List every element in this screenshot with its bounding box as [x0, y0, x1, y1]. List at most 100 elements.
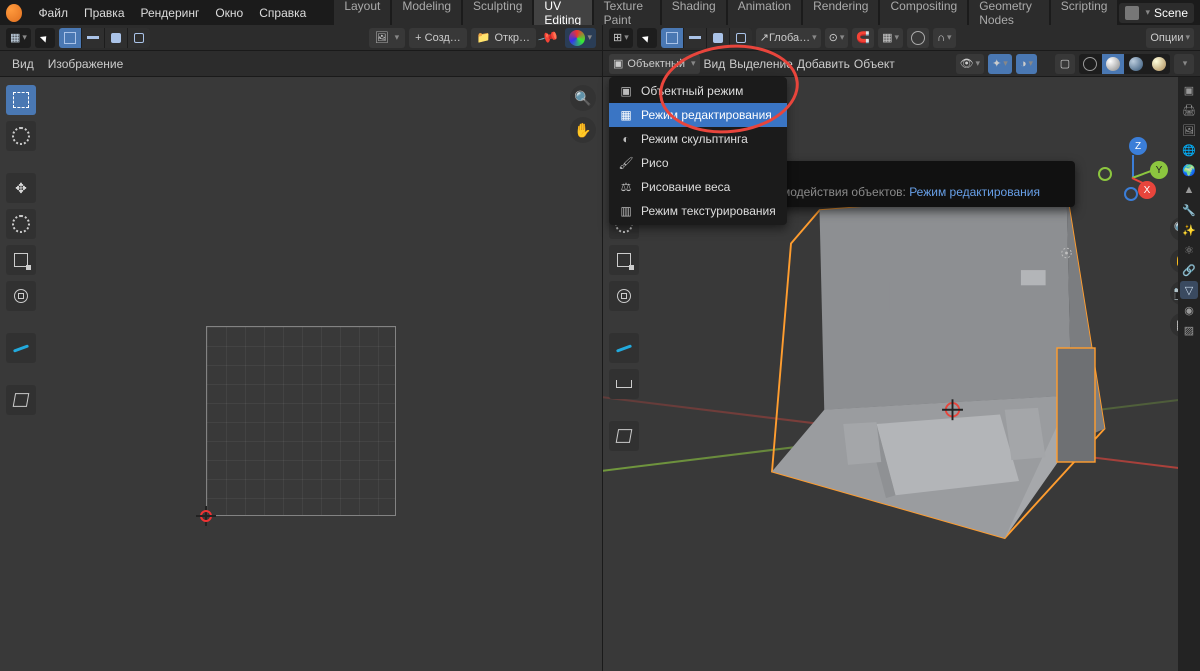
- tool3d-measure[interactable]: [609, 369, 639, 399]
- xray-toggle[interactable]: ▢: [1055, 54, 1075, 74]
- pin-icon[interactable]: 📌: [537, 26, 561, 49]
- tool-rotate[interactable]: [6, 209, 36, 239]
- snap-dropdown[interactable]: ▦▾: [878, 28, 903, 48]
- scale-icon: [14, 253, 28, 267]
- gizmo-neg-y[interactable]: [1098, 167, 1112, 181]
- mode-dropdown-menu: ▣ Объектный режим ▦ Режим редактирования…: [609, 77, 787, 225]
- scene-selector[interactable]: ▾ Scene: [1119, 3, 1194, 23]
- folder-icon: 📁: [477, 31, 491, 44]
- rendered-icon: [1152, 57, 1166, 71]
- 3d-viewport: ⊞▾ ↗ Глоба… ▾ ⊙▾ 🧲 ▦▾ ∩▾ Опции▾: [603, 25, 1200, 671]
- prop-tab-render[interactable]: ▣: [1180, 81, 1198, 99]
- cursor-tool-3d[interactable]: [637, 28, 657, 48]
- tool-box-select[interactable]: [6, 85, 36, 115]
- mode-dropdown-button[interactable]: ▣ Объектный ▾: [609, 54, 700, 74]
- mode-item-tpaint[interactable]: ▥ Режим текстурирования: [609, 199, 787, 223]
- uv-menu-image[interactable]: Изображение: [48, 57, 124, 71]
- tool3d-transform[interactable]: [609, 281, 639, 311]
- mesh-select-extra[interactable]: [730, 28, 752, 48]
- gizmo-toggle[interactable]: ✦▾: [988, 54, 1012, 74]
- prop-tab-constraints[interactable]: 🔗: [1180, 261, 1198, 279]
- mode-item-edit[interactable]: ▦ Режим редактирования: [609, 103, 787, 127]
- select-vertex[interactable]: [59, 28, 81, 48]
- vp-menu-view[interactable]: Вид: [704, 57, 726, 71]
- uv-menu-view[interactable]: Вид: [12, 57, 34, 71]
- tool3d-add-cube[interactable]: [609, 421, 639, 451]
- annotate-icon: [13, 344, 29, 352]
- shading-wire[interactable]: [1079, 54, 1101, 74]
- tool-scale[interactable]: [6, 245, 36, 275]
- pan-button[interactable]: ✋: [570, 117, 596, 143]
- pivot-dropdown[interactable]: ⊙▾: [825, 28, 849, 48]
- menu-file[interactable]: Файл: [30, 2, 76, 24]
- 2d-cursor-icon[interactable]: [196, 506, 216, 526]
- menu-window[interactable]: Окно: [207, 2, 251, 24]
- tool-rip[interactable]: [6, 385, 36, 415]
- scene-icon: [1125, 6, 1139, 20]
- prop-tab-world[interactable]: 🌍: [1180, 161, 1198, 179]
- tool-transform[interactable]: [6, 281, 36, 311]
- gizmo-y[interactable]: Y: [1150, 161, 1168, 179]
- prop-tab-particles[interactable]: ✨: [1180, 221, 1198, 239]
- menu-render[interactable]: Рендеринг: [133, 2, 208, 24]
- menu-help[interactable]: Справка: [251, 2, 314, 24]
- tool-annotate[interactable]: [6, 333, 36, 363]
- snap-target-icon: ▦: [882, 31, 892, 44]
- mesh-select-vertex[interactable]: [661, 28, 683, 48]
- select-edge[interactable]: [82, 28, 104, 48]
- editor-type-dropdown-3d[interactable]: ⊞▾: [609, 28, 633, 48]
- prop-tab-object[interactable]: ▲: [1180, 181, 1198, 199]
- prop-tab-texture[interactable]: ▨: [1180, 321, 1198, 339]
- tool-move[interactable]: [6, 173, 36, 203]
- shading-dropdown[interactable]: ▾: [1174, 54, 1194, 74]
- tool-cursor[interactable]: [6, 121, 36, 151]
- mesh-select-face[interactable]: [707, 28, 729, 48]
- island-icon: [134, 33, 144, 43]
- snap-toggle[interactable]: 🧲: [852, 28, 874, 48]
- menu-edit[interactable]: Правка: [76, 2, 133, 24]
- options-dropdown[interactable]: Опции▾: [1146, 28, 1194, 48]
- prop-tab-modifiers[interactable]: 🔧: [1180, 201, 1198, 219]
- mesh-select-edge[interactable]: [684, 28, 706, 48]
- shading-matprev[interactable]: [1125, 54, 1147, 74]
- open-image-button[interactable]: 📁Откр…: [471, 28, 536, 48]
- prop-tab-mesh[interactable]: ▽: [1180, 281, 1198, 299]
- prop-tab-view[interactable]: 🖼: [1180, 121, 1198, 139]
- prop-tab-physics[interactable]: ⚛: [1180, 241, 1198, 259]
- orientation-dropdown[interactable]: ↗ Глоба… ▾: [756, 28, 821, 48]
- gizmo-x[interactable]: X: [1138, 181, 1156, 199]
- shading-rendered[interactable]: [1148, 54, 1170, 74]
- matprev-icon: [1129, 57, 1143, 71]
- proportional-toggle[interactable]: [907, 28, 929, 48]
- prop-tab-material[interactable]: ◉: [1180, 301, 1198, 319]
- mode-item-sculpt[interactable]: ◐ Режим скульптинга: [609, 127, 787, 151]
- vp-menu-add[interactable]: Добавить: [797, 57, 850, 71]
- proportional-dropdown[interactable]: ∩▾: [933, 28, 955, 48]
- orientation-gizmo[interactable]: Z Y X: [1098, 137, 1168, 207]
- select-island[interactable]: [128, 28, 150, 48]
- overlay-toggle[interactable]: ◑▾: [1016, 54, 1037, 74]
- uv-display-channel[interactable]: ▾: [565, 28, 596, 48]
- cursor-tool-icon[interactable]: [35, 28, 55, 48]
- tool3d-annotate[interactable]: [609, 333, 639, 363]
- mode-item-vpaint[interactable]: 🖌 Рисо: [609, 151, 787, 175]
- mode-item-wpaint[interactable]: ⚖ Рисование веса: [609, 175, 787, 199]
- scene-name: Scene: [1154, 6, 1188, 20]
- prop-tab-scene[interactable]: 🌐: [1180, 141, 1198, 159]
- tool3d-scale[interactable]: [609, 245, 639, 275]
- gizmo-neg-z[interactable]: [1124, 187, 1138, 201]
- select-face[interactable]: [105, 28, 127, 48]
- overlay-icon: ◑: [1020, 58, 1027, 70]
- gizmo-z[interactable]: Z: [1129, 137, 1147, 155]
- shading-solid[interactable]: [1102, 54, 1124, 74]
- image-selector[interactable]: 🖼▾: [369, 28, 406, 48]
- uv-grid[interactable]: [206, 326, 396, 516]
- editor-type-dropdown[interactable]: ▦▾: [6, 28, 31, 48]
- vp-menu-select[interactable]: Выделение: [729, 57, 793, 71]
- vp-menu-object[interactable]: Объект: [854, 57, 895, 71]
- visibility-dropdown[interactable]: 👁▾: [956, 54, 985, 74]
- zoom-button[interactable]: 🔍: [570, 85, 596, 111]
- prop-tab-output[interactable]: 🖨: [1180, 101, 1198, 119]
- mode-item-object[interactable]: ▣ Объектный режим: [609, 79, 787, 103]
- new-image-button[interactable]: + Созд…: [409, 28, 467, 48]
